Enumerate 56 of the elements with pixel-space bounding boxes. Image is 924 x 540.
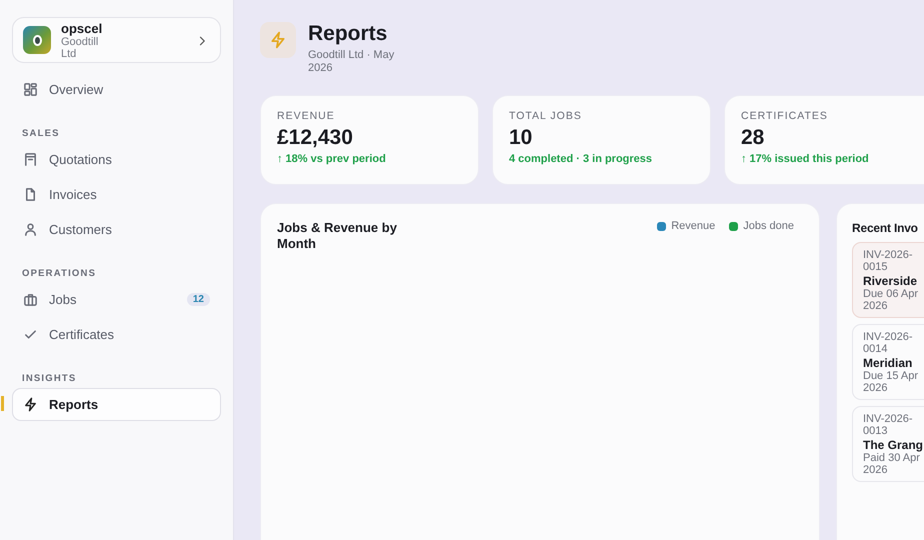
briefcase-icon <box>23 292 38 307</box>
nav-label: Certificates <box>49 327 116 342</box>
panel-title: Jobs & Revenue by Month <box>277 220 398 252</box>
stat-value: 10 <box>509 126 534 150</box>
document-icon <box>23 152 38 167</box>
nav-label: Customers <box>49 222 113 237</box>
stat-label: TOTAL JOBS <box>509 110 583 122</box>
invoice-number: INV-2026-0013 <box>863 413 914 437</box>
invoice-number: INV-2026-0014 <box>863 331 914 355</box>
nav-label: Reports <box>49 397 100 412</box>
customer-name: Riverside <box>863 274 918 288</box>
nav-item[interactable]: Invoices <box>12 178 221 211</box>
nav-item[interactable]: Jobs 12 <box>12 283 221 316</box>
active-indicator <box>1 396 4 411</box>
stat-note: ↑ 17% issued this period <box>741 153 870 165</box>
person-icon <box>23 222 38 237</box>
section-heading: SALES <box>21 127 61 141</box>
panel-title: Recent Invo <box>852 220 919 236</box>
legend-label: Revenue <box>671 220 716 232</box>
stat-value: £12,430 <box>277 126 354 150</box>
grid-icon <box>23 82 38 97</box>
page-subtitle: Goodtill Ltd · May 2026 <box>308 49 396 75</box>
nav-item[interactable]: Quotations <box>12 143 221 176</box>
invoice-date: Paid 30 Apr 2026 <box>863 452 921 476</box>
invoice-date: Due 06 Apr 2026 <box>863 288 920 312</box>
section-heading: OPERATIONS <box>21 267 98 281</box>
workspace-switcher[interactable]: opscel Goodtill Ltd <box>12 17 221 63</box>
nav-item[interactable]: Overview <box>12 73 221 106</box>
logo-icon <box>23 26 51 54</box>
lightning-icon <box>23 397 38 412</box>
stat-value: 28 <box>741 126 766 150</box>
customer-name: Meridian <box>863 356 914 370</box>
stat-label: CERTIFICATES <box>741 110 829 122</box>
invoice-card[interactable]: INV-2026-0013 The Grang Paid 30 Apr 2026 <box>852 406 924 482</box>
invoice-date: Due 15 Apr 2026 <box>863 370 920 394</box>
nav-item[interactable]: Certificates <box>12 318 221 351</box>
file-icon <box>23 187 38 202</box>
nav-label: Jobs <box>49 292 78 307</box>
invoice-number: INV-2026-0015 <box>863 249 914 273</box>
invoice-card[interactable]: INV-2026-0015 Riverside Due 06 Apr 2026 <box>852 242 924 318</box>
invoice-card[interactable]: INV-2026-0014 Meridian Due 15 Apr 2026 <box>852 324 924 400</box>
workspace-name: opscel <box>61 20 104 36</box>
stat-note: 4 completed · 3 in progress <box>509 153 654 165</box>
company-name: Goodtill Ltd <box>61 36 98 60</box>
page-title: Reports <box>308 22 388 46</box>
lightning-icon <box>269 31 287 49</box>
stat-note: ↑ 18% vs prev period <box>277 153 387 165</box>
legend-label: Jobs done <box>743 220 794 232</box>
section-heading: INSIGHTS <box>21 372 78 386</box>
nav-item[interactable]: Customers <box>12 213 221 246</box>
nav-label: Overview <box>49 82 104 97</box>
nav-label: Quotations <box>49 152 113 167</box>
nav-label: Invoices <box>49 187 98 202</box>
count-badge: 12 <box>186 293 210 306</box>
customer-name: The Grang <box>863 438 924 452</box>
stat-label: REVENUE <box>277 110 336 122</box>
